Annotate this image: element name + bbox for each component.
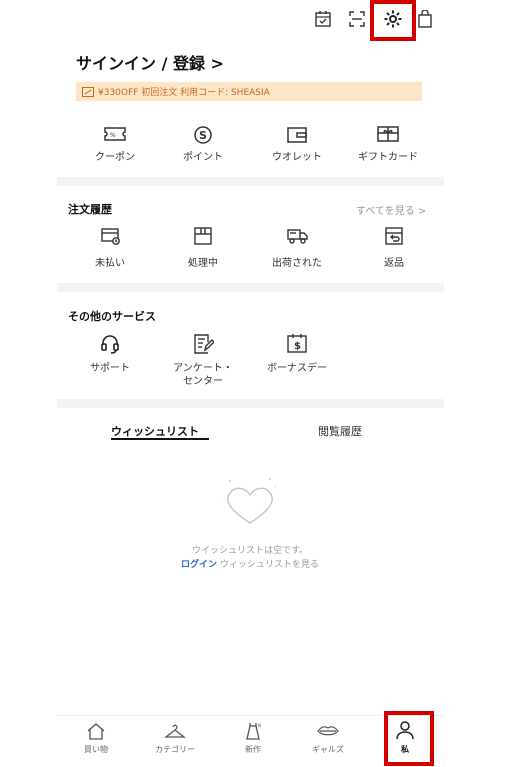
login-suffix: ウィッシュリストを見る xyxy=(217,560,319,570)
orders-see-all-link[interactable]: すべてを見る > xyxy=(356,202,426,217)
coupon-icon xyxy=(82,86,94,97)
tab-wishlist[interactable]: ウィッシュリスト xyxy=(111,423,199,439)
section-divider xyxy=(57,177,444,186)
highlight-box-settings xyxy=(370,0,416,41)
wishlist-empty-message: ウイッシュリストは空です。 xyxy=(191,546,309,556)
svg-text:N: N xyxy=(258,723,261,728)
wallet-icon[interactable] xyxy=(287,127,307,143)
bonus-day-icon[interactable]: $ xyxy=(287,333,307,353)
points-icon[interactable]: S xyxy=(193,125,213,145)
bag-icon[interactable] xyxy=(418,10,432,28)
nav-label: 買い物 xyxy=(84,745,108,754)
bottom-nav-new[interactable]: N 新作 xyxy=(228,722,278,755)
survey-icon[interactable] xyxy=(194,334,214,354)
order-shipped[interactable]: 出荷された xyxy=(262,257,332,270)
nav-label: カテゴリー xyxy=(155,745,195,754)
scan-icon[interactable] xyxy=(348,10,366,28)
promo-text: ¥330OFF 初回注文 利用コード: SHEASIA xyxy=(98,88,270,98)
bottom-nav-category[interactable]: カテゴリー xyxy=(145,722,205,755)
heart-icon xyxy=(220,475,280,530)
svg-text:$: $ xyxy=(294,341,301,352)
dress-icon: N xyxy=(243,722,263,740)
order-unpaid[interactable]: 未払い xyxy=(75,257,145,270)
unpaid-icon[interactable] xyxy=(101,227,121,245)
lips-icon xyxy=(317,722,339,740)
svg-text:%: % xyxy=(110,132,116,139)
bottom-nav-gals[interactable]: ギャルズ xyxy=(303,722,353,755)
tab-history[interactable]: 閲覧履歴 xyxy=(318,423,362,439)
order-returns[interactable]: 返品 xyxy=(359,257,429,270)
sign-in-link[interactable]: サインイン / 登録 > xyxy=(76,50,224,74)
quick-link-wallet[interactable]: ウオレット xyxy=(262,151,332,164)
quick-link-gift-card[interactable]: ギフトカード xyxy=(348,151,428,164)
service-survey-line2: センター xyxy=(183,376,223,387)
wishlist-empty-login-line: ログイン ウィッシュリストを見る xyxy=(140,557,360,570)
hanger-icon xyxy=(164,722,186,740)
nav-label: ギャルズ xyxy=(312,745,344,754)
order-processing[interactable]: 処理中 xyxy=(168,257,238,270)
calendar-check-icon[interactable] xyxy=(314,10,332,28)
return-icon[interactable] xyxy=(385,227,403,245)
service-bonus-day[interactable]: ボーナスデー xyxy=(255,362,339,375)
section-divider xyxy=(57,399,444,408)
service-survey[interactable]: アンケート・ センター xyxy=(160,362,246,388)
orders-title: 注文履歴 xyxy=(68,203,112,216)
coupon-icon[interactable]: % xyxy=(103,125,127,143)
quick-link-points[interactable]: ポイント xyxy=(168,151,238,164)
service-survey-line1: アンケート・ xyxy=(173,363,233,374)
service-support[interactable]: サポート xyxy=(75,362,145,375)
quick-link-coupon[interactable]: クーポン xyxy=(80,151,150,164)
promo-banner[interactable]: ¥330OFF 初回注文 利用コード: SHEASIA xyxy=(76,82,422,101)
gift-card-icon[interactable] xyxy=(377,125,399,143)
home-icon xyxy=(86,722,106,740)
highlight-box-me xyxy=(384,711,434,766)
nav-label: 新作 xyxy=(245,745,261,754)
headset-icon[interactable] xyxy=(101,334,119,354)
bottom-nav-shop[interactable]: 買い物 xyxy=(71,722,121,755)
svg-text:S: S xyxy=(199,129,207,142)
login-link[interactable]: ログイン xyxy=(181,560,217,570)
processing-icon[interactable] xyxy=(194,227,212,245)
services-title: その他のサービス xyxy=(68,310,156,323)
tab-wishlist-underline xyxy=(111,438,209,440)
truck-icon[interactable] xyxy=(287,228,309,244)
section-divider xyxy=(57,283,444,292)
